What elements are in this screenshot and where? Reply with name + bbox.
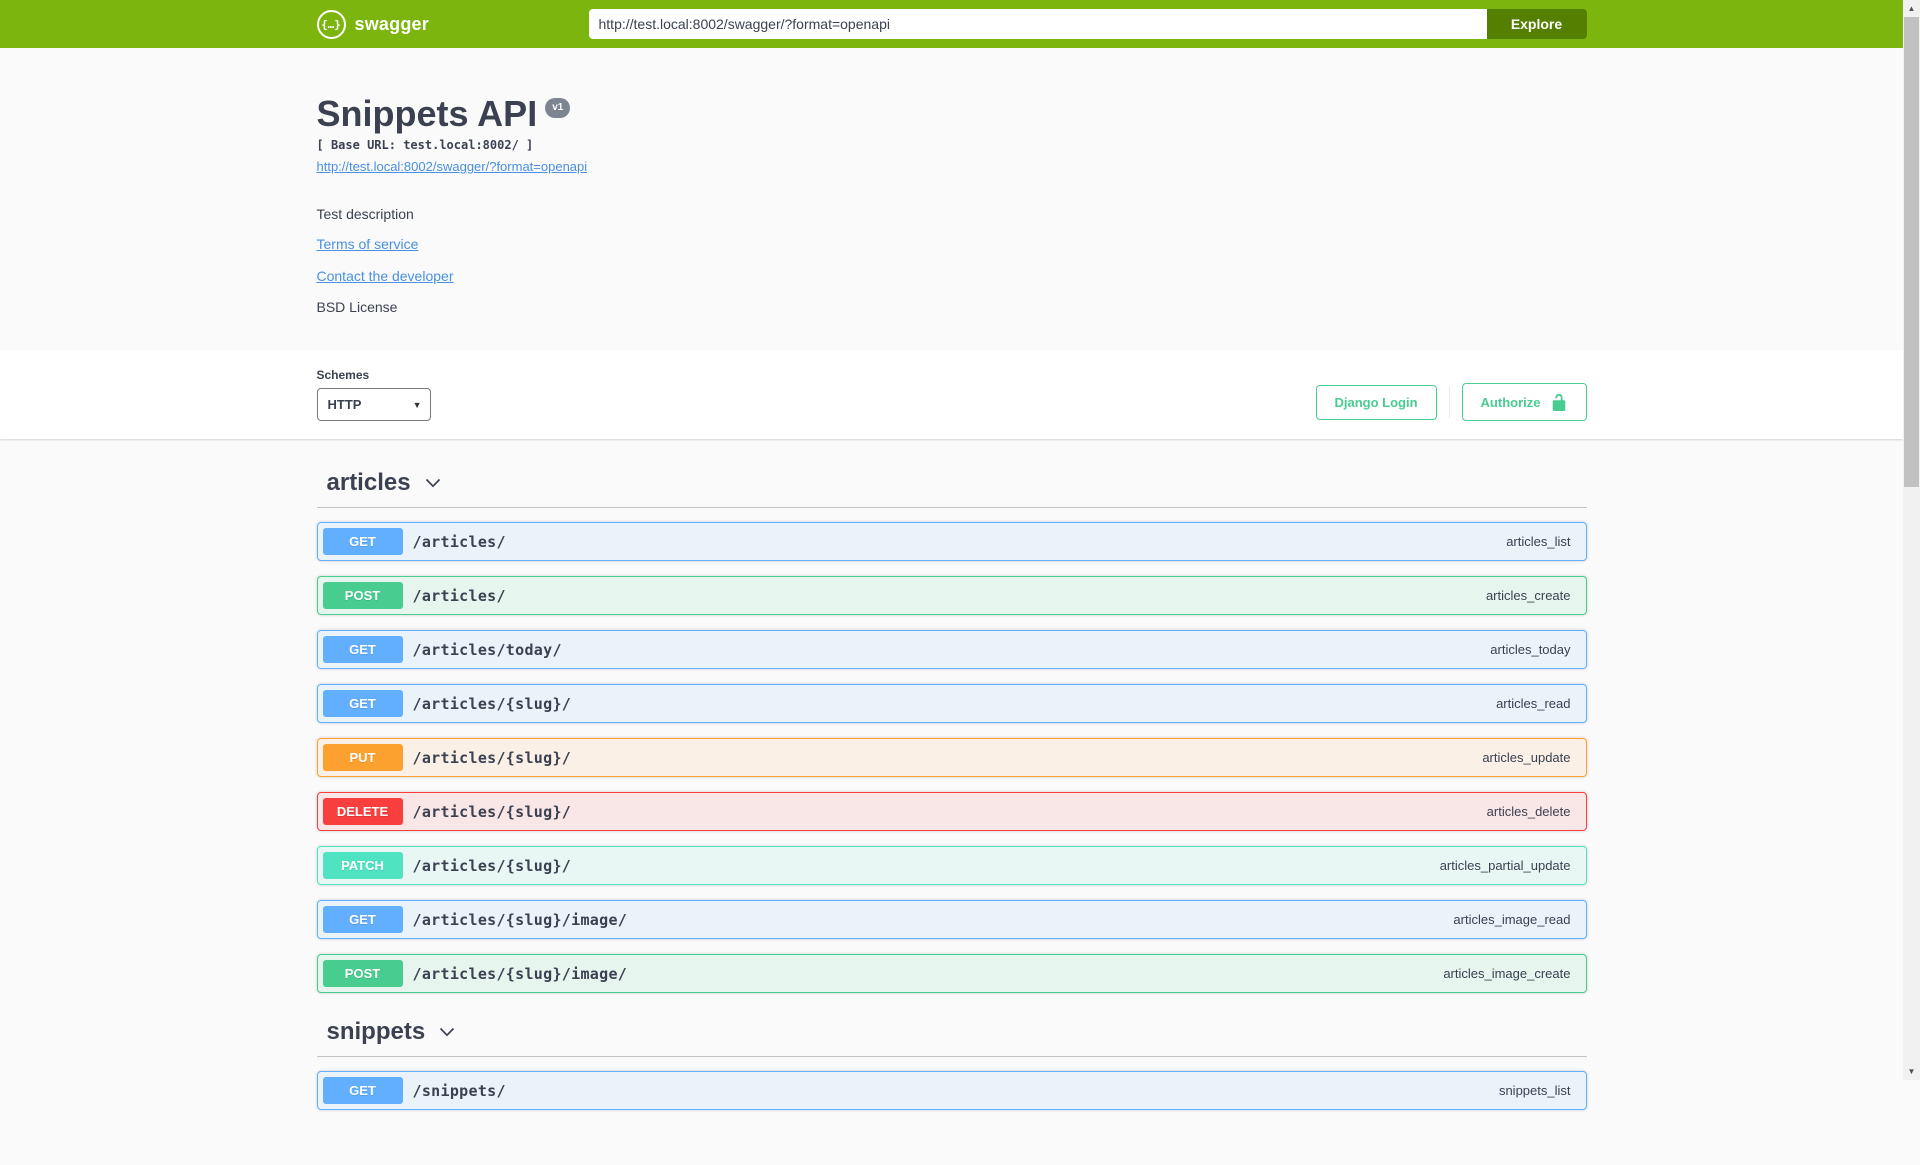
operation-path: /snippets/: [412, 1081, 506, 1100]
http-method-badge: POST: [322, 960, 403, 988]
api-title-group: Snippets API v1 [ Base URL: test.local:80…: [317, 93, 1587, 176]
contact-developer-link[interactable]: Contact the developer: [317, 267, 454, 285]
operation-id: articles_image_create: [1443, 966, 1571, 982]
operation-row[interactable]: GET /articles/{slug}/ articles_read: [316, 684, 1587, 724]
http-method-badge: DELETE: [322, 798, 403, 826]
unlocked-padlock-icon: [1550, 393, 1568, 412]
operation-list: GET /articles/ articles_list POST /artic…: [316, 522, 1587, 994]
operation-row[interactable]: GET /articles/today/ articles_today: [316, 630, 1587, 670]
operation-id: articles_read: [1496, 696, 1571, 712]
operation-row[interactable]: PUT /articles/{slug}/ articles_update: [316, 738, 1587, 778]
scheme-container: Schemes HTTP ▼ Django Login Authorize: [0, 350, 1903, 440]
scroll-up-icon[interactable]: ▲: [1903, 0, 1920, 17]
terms-of-service-link[interactable]: Terms of service: [317, 235, 419, 253]
http-method-badge: POST: [322, 582, 403, 610]
section-title: articles: [326, 469, 411, 497]
section-header[interactable]: articles: [316, 459, 1587, 509]
operation-path: /articles/: [412, 586, 506, 605]
operation-row[interactable]: GET /articles/{slug}/image/ articles_ima…: [316, 900, 1587, 940]
http-method-badge: GET: [322, 906, 403, 934]
page-title: Snippets API v1: [317, 93, 1587, 134]
auth-wrapper: Django Login Authorize: [1315, 383, 1587, 422]
version-badge: v1: [545, 98, 571, 118]
operation-row[interactable]: GET /snippets/ snippets_list: [316, 1071, 1587, 1111]
operation-id: articles_create: [1485, 588, 1571, 604]
http-method-badge: GET: [322, 528, 403, 556]
section-header[interactable]: snippets: [316, 1008, 1587, 1058]
schemes-label: Schemes: [316, 368, 370, 383]
api-sections: articles GET /articles/ articles_list PO…: [316, 439, 1587, 1165]
operation-id: articles_list: [1506, 534, 1571, 550]
api-section: articles GET /articles/ articles_list PO…: [316, 459, 1587, 994]
swagger-logo: {…} swagger: [316, 9, 429, 39]
http-method-badge: GET: [322, 1077, 403, 1105]
operation-path: /articles/{slug}/: [412, 856, 572, 875]
scroll-down-icon[interactable]: ▼: [1903, 1063, 1920, 1080]
operation-id: snippets_list: [1498, 1083, 1571, 1099]
operation-row[interactable]: GET /articles/ articles_list: [316, 522, 1587, 562]
scrollbar-thumb[interactable]: [1904, 17, 1919, 487]
swagger-page: {…} swagger Explore Snippets API v1 [ Bas…: [0, 0, 1903, 1165]
operation-path: /articles/today/: [412, 640, 562, 659]
api-description: Test description: [316, 206, 414, 223]
operation-row[interactable]: PATCH /articles/{slug}/ articles_partial…: [316, 846, 1587, 886]
license-text: BSD License: [316, 299, 398, 316]
chevron-down-icon[interactable]: [423, 473, 443, 493]
vertical-scrollbar[interactable]: ▲ ▼: [1903, 0, 1920, 1080]
http-method-badge: PATCH: [322, 852, 403, 880]
spec-link[interactable]: http://test.local:8002/swagger/?format=o…: [317, 159, 588, 174]
operation-row[interactable]: POST /articles/{slug}/image/ articles_im…: [316, 954, 1587, 994]
chevron-down-icon[interactable]: [437, 1022, 457, 1042]
explore-form: Explore: [588, 9, 1587, 39]
api-title-text: Snippets API: [316, 93, 538, 134]
operation-row[interactable]: POST /articles/ articles_create: [316, 576, 1587, 616]
spec-url-input[interactable]: [588, 9, 1487, 39]
authorize-button[interactable]: Authorize: [1461, 383, 1587, 422]
api-section: snippets GET /snippets/ snippets_list: [316, 1008, 1587, 1111]
operation-path: /articles/{slug}/: [412, 802, 572, 821]
swagger-logo-text: swagger: [354, 13, 429, 34]
operation-path: /articles/{slug}/image/: [412, 964, 628, 983]
operation-path: /articles/{slug}/image/: [412, 910, 628, 929]
schemes-block: Schemes HTTP ▼: [316, 368, 431, 422]
authorize-label: Authorize: [1480, 394, 1541, 410]
operation-list: GET /snippets/ snippets_list: [316, 1071, 1587, 1111]
section-title: snippets: [326, 1018, 426, 1046]
operation-id: articles_delete: [1486, 804, 1571, 820]
operation-id: articles_image_read: [1453, 912, 1571, 928]
http-method-badge: GET: [322, 690, 403, 718]
scheme-select[interactable]: HTTP: [316, 388, 431, 422]
operation-path: /articles/{slug}/: [412, 748, 572, 767]
operation-id: articles_today: [1490, 642, 1571, 658]
django-login-button[interactable]: Django Login: [1315, 384, 1437, 420]
topbar: {…} swagger Explore: [0, 0, 1903, 48]
http-method-badge: PUT: [322, 744, 403, 772]
http-method-badge: GET: [322, 636, 403, 664]
info-section: Snippets API v1 [ Base URL: test.local:80…: [317, 48, 1587, 350]
django-login-label: Django Login: [1334, 394, 1418, 410]
operation-id: articles_partial_update: [1439, 858, 1571, 874]
base-url: [ Base URL: test.local:8002/ ]: [316, 138, 534, 153]
operation-path: /articles/{slug}/: [412, 694, 572, 713]
operation-id: articles_update: [1482, 750, 1571, 766]
operation-path: /articles/: [412, 532, 506, 551]
explore-button[interactable]: Explore: [1486, 9, 1587, 39]
divider: [1448, 386, 1450, 419]
swagger-logo-icon: {…}: [316, 9, 346, 39]
operation-row[interactable]: DELETE /articles/{slug}/ articles_delete: [316, 792, 1587, 832]
